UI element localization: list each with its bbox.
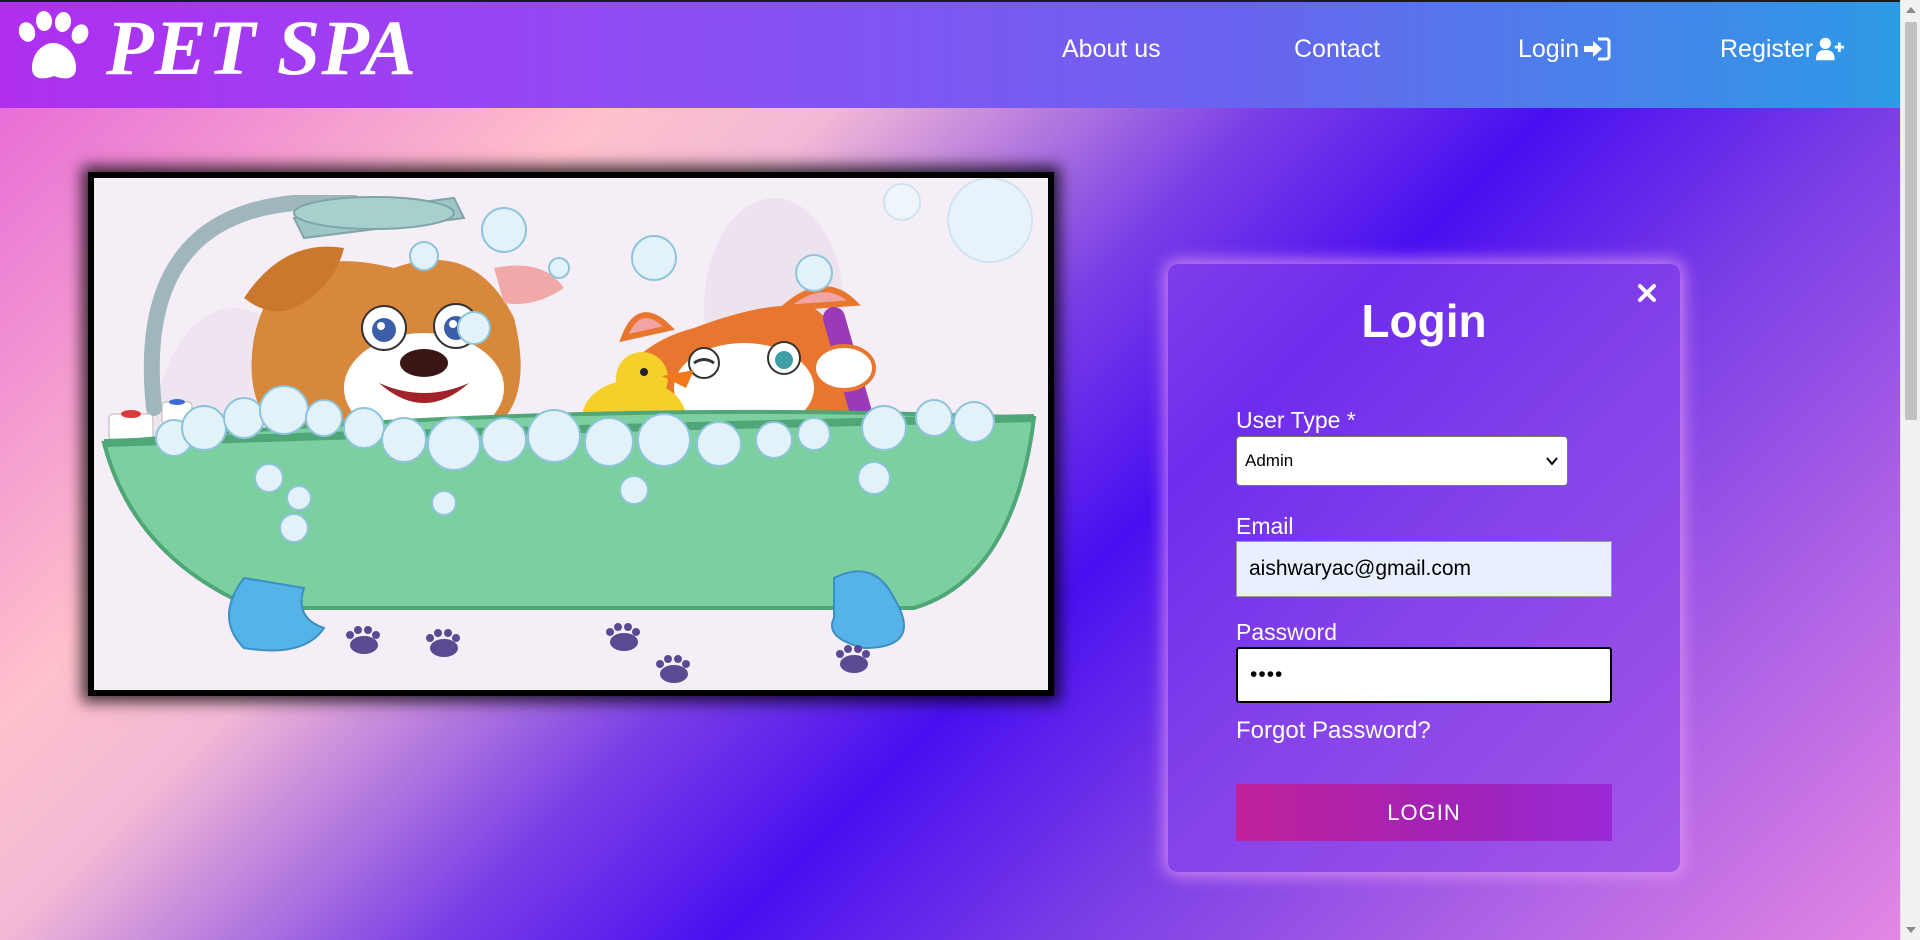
- forgot-password-link[interactable]: Forgot Password?: [1236, 717, 1431, 745]
- email-field[interactable]: [1236, 541, 1612, 597]
- nav-login-label: Login: [1518, 35, 1580, 63]
- hero-image: [94, 178, 1048, 690]
- nav-register-label: Register: [1720, 35, 1814, 63]
- email-label: Email: [1236, 513, 1294, 539]
- sign-in-icon: [1584, 37, 1611, 61]
- chevron-down-icon: [1546, 457, 1558, 466]
- brand-title: PET SPA: [106, 4, 418, 91]
- scroll-down-arrow[interactable]: [1906, 927, 1916, 933]
- scroll-thumb[interactable]: [1905, 22, 1917, 420]
- nav-register[interactable]: Register: [1720, 34, 1845, 64]
- nav-about-us[interactable]: About us: [1062, 34, 1161, 64]
- user-type-label: User Type *: [1236, 407, 1356, 433]
- nav-login[interactable]: Login: [1518, 34, 1611, 64]
- nav-contact[interactable]: Contact: [1294, 34, 1380, 64]
- paw-icon: [18, 11, 89, 79]
- user-plus-icon: [1816, 37, 1845, 61]
- user-type-select[interactable]: Admin: [1236, 436, 1568, 486]
- navbar: PET SPA About us Contact Login Register: [0, 0, 1900, 108]
- user-type-value: Admin: [1245, 451, 1294, 470]
- scroll-up-arrow[interactable]: [1906, 7, 1916, 13]
- hero-image-frame: [88, 172, 1054, 696]
- brand[interactable]: PET SPA: [10, 4, 418, 91]
- login-submit-button[interactable]: LOGIN: [1236, 784, 1612, 841]
- password-field[interactable]: [1236, 647, 1612, 703]
- login-card: Login User Type * Admin Email Password F…: [1168, 264, 1680, 872]
- password-label: Password: [1236, 619, 1337, 645]
- scrollbar[interactable]: [1900, 0, 1920, 940]
- login-title: Login: [1361, 295, 1487, 347]
